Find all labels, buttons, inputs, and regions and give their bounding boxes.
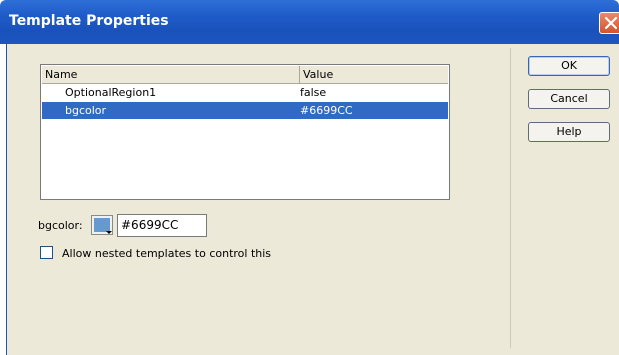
list-header: Name Value xyxy=(42,66,448,84)
parameters-list[interactable]: Name Value OptionalRegion1 false bgcolor… xyxy=(40,64,450,200)
list-row-optionalregion1[interactable]: OptionalRegion1 false xyxy=(42,84,448,101)
list-row-bgcolor[interactable]: bgcolor #6699CC xyxy=(42,102,448,119)
dialog-title: Template Properties xyxy=(9,13,169,29)
help-button[interactable]: Help xyxy=(528,122,610,142)
close-icon xyxy=(604,16,618,30)
cancel-button[interactable]: Cancel xyxy=(528,89,610,109)
row-name: OptionalRegion1 xyxy=(65,86,157,99)
title-bar: Template Properties xyxy=(0,0,619,44)
template-properties-dialog: Template Properties Name Value OptionalR… xyxy=(0,0,619,355)
row-value: #6699CC xyxy=(300,104,353,117)
column-header-value[interactable]: Value xyxy=(300,66,448,83)
color-hex-input[interactable]: #6699CC xyxy=(117,214,207,237)
divider xyxy=(510,48,511,348)
color-picker-button[interactable] xyxy=(91,215,113,235)
row-name: bgcolor xyxy=(65,104,107,117)
allow-nested-label: Allow nested templates to control this xyxy=(62,247,272,260)
bgcolor-label: bgcolor: xyxy=(38,219,83,232)
allow-nested-checkbox[interactable] xyxy=(40,246,53,259)
color-swatch xyxy=(94,218,110,232)
close-button[interactable] xyxy=(599,12,619,34)
ok-button[interactable]: OK xyxy=(528,56,610,76)
row-value: false xyxy=(300,86,327,99)
dropdown-arrow-icon xyxy=(106,231,112,234)
column-header-name[interactable]: Name xyxy=(42,66,300,83)
